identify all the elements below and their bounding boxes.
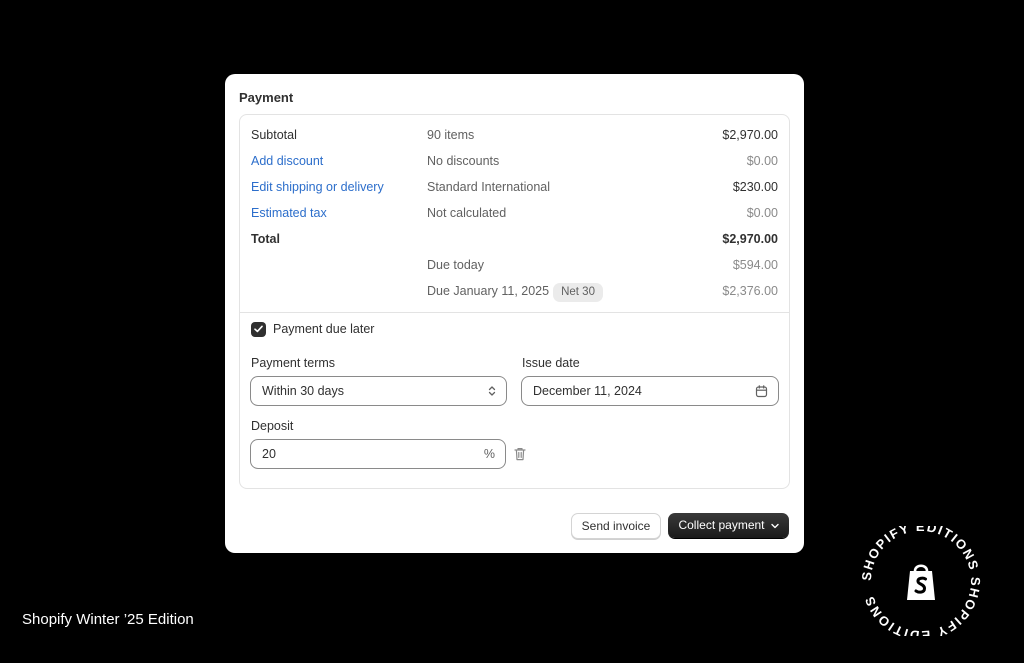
payment-terms-value: Within 30 days (262, 384, 344, 398)
subtotal-row: Subtotal 90 items $2,970.00 (240, 125, 789, 145)
shopify-bag-icon (907, 564, 935, 600)
collect-payment-label: Collect payment (678, 518, 765, 532)
shipping-row: Edit shipping or delivery Standard Inter… (240, 177, 789, 197)
subtotal-items: 90 items (427, 128, 475, 142)
discount-amount: $0.00 (746, 154, 778, 168)
edition-title: Shopify Winter ’25 Edition (22, 611, 194, 628)
percent-suffix: % (483, 447, 495, 461)
chevron-down-icon (770, 523, 779, 528)
due-later-row: Due January 11, 2025 Net 30 $2,376.00 (240, 281, 789, 302)
due-today-row: Due today $594.00 (240, 255, 789, 275)
delete-deposit-trash-icon[interactable] (513, 446, 527, 462)
net-terms-badge: Net 30 (553, 283, 603, 302)
deposit-value: 20 (262, 447, 276, 461)
tax-amount: $0.00 (746, 206, 778, 220)
tax-detail: Not calculated (427, 206, 507, 220)
payment-terms-select[interactable]: Within 30 days (250, 376, 507, 406)
select-chevrons-icon (488, 377, 496, 405)
send-invoice-button[interactable]: Send invoice (571, 513, 661, 539)
shopify-editions-logo: SHOPIFY EDITIONS SHOPIFY EDITIONS (859, 526, 982, 636)
calendar-icon[interactable] (755, 377, 768, 405)
collect-payment-button[interactable]: Collect payment (668, 513, 789, 538)
checkmark-icon (254, 325, 263, 333)
due-today-label: Due today (427, 258, 484, 272)
total-amount: $2,970.00 (722, 232, 778, 246)
payment-due-later-label: Payment due later (273, 322, 375, 336)
payment-card: Payment Subtotal 90 items $2,970.00 Add … (225, 74, 804, 553)
issue-date-label: Issue date (522, 356, 580, 370)
due-later-label: Due January 11, 2025 (427, 284, 550, 298)
estimated-tax-link[interactable]: Estimated tax (251, 203, 327, 223)
total-label: Total (251, 232, 280, 246)
due-today-amount: $594.00 (732, 258, 778, 272)
divider (240, 312, 789, 313)
card-title: Payment (239, 90, 294, 105)
subtotal-amount: $2,970.00 (722, 128, 778, 142)
due-later-amount: $2,376.00 (722, 284, 778, 298)
payment-due-later-toggle[interactable]: Payment due later (251, 321, 374, 337)
issue-date-value: December 11, 2024 (533, 384, 642, 398)
issue-date-field[interactable]: December 11, 2024 (521, 376, 779, 406)
add-discount-link[interactable]: Add discount (251, 151, 323, 171)
deposit-input[interactable]: 20 % (250, 439, 506, 469)
discount-row: Add discount No discounts $0.00 (240, 151, 789, 171)
due-later-detail: Due January 11, 2025 Net 30 (427, 281, 603, 302)
discount-detail: No discounts (427, 154, 500, 168)
deposit-label: Deposit (251, 419, 294, 433)
subtotal-label: Subtotal (251, 128, 297, 142)
shipping-amount: $230.00 (732, 180, 778, 194)
payment-terms-label: Payment terms (251, 356, 336, 370)
total-row: Total $2,970.00 (240, 229, 789, 249)
payment-summary: Subtotal 90 items $2,970.00 Add discount… (239, 114, 790, 489)
shipping-detail: Standard International (427, 180, 551, 194)
tax-row: Estimated tax Not calculated $0.00 (240, 203, 789, 223)
checkbox-checked[interactable] (251, 321, 266, 337)
edit-shipping-link[interactable]: Edit shipping or delivery (251, 177, 384, 197)
